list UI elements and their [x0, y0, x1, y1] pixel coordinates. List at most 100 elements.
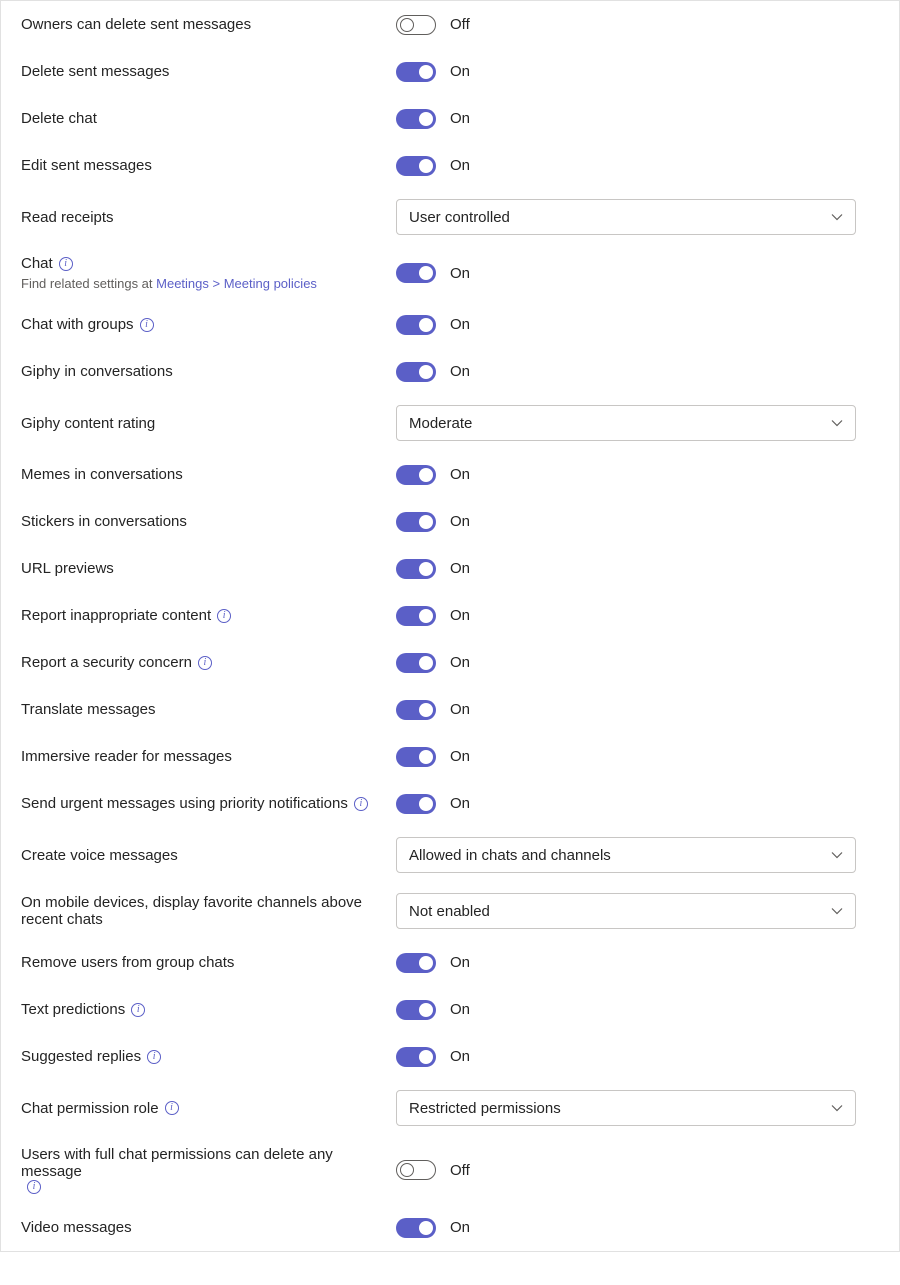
translate-toggle[interactable] — [396, 700, 436, 720]
setting-label: Report a security concern — [21, 654, 376, 671]
setting-label-text: Delete sent messages — [21, 63, 169, 80]
setting-row-video-msg: Video messages On — [1, 1204, 899, 1251]
setting-label: Remove users from group chats — [21, 954, 376, 971]
immersive-toggle[interactable] — [396, 747, 436, 767]
setting-row-giphy: Giphy in conversations On — [1, 348, 899, 395]
report-content-toggle[interactable] — [396, 606, 436, 626]
setting-row-text-pred: Text predictions On — [1, 986, 899, 1033]
label-column: Users with full chat permissions can del… — [21, 1146, 396, 1194]
chat-toggle[interactable] — [396, 263, 436, 283]
mobile-fav-select[interactable]: Not enabled — [396, 893, 856, 929]
setting-label-text: Send urgent messages using priority noti… — [21, 795, 348, 812]
setting-label-text: Delete chat — [21, 110, 97, 127]
messaging-policy-panel: Owners can delete sent messagesOff Delete… — [0, 0, 900, 1252]
toggle-state-label: On — [450, 63, 470, 80]
setting-label: Stickers in conversations — [21, 513, 376, 530]
toggle-state-label: On — [450, 654, 470, 671]
info-icon[interactable] — [217, 609, 231, 623]
giphy-rating-select[interactable]: Moderate — [396, 405, 856, 441]
read-receipts-select[interactable]: User controlled — [396, 199, 856, 235]
related-settings-hint: Find related settings at Meetings > Meet… — [21, 276, 376, 291]
select-value: Allowed in chats and channels — [409, 847, 611, 864]
info-icon[interactable] — [131, 1003, 145, 1017]
setting-label: Video messages — [21, 1219, 376, 1236]
text-pred-toggle[interactable] — [396, 1000, 436, 1020]
info-icon[interactable] — [140, 318, 154, 332]
voice-msg-select[interactable]: Allowed in chats and channels — [396, 837, 856, 873]
setting-label-text: Stickers in conversations — [21, 513, 187, 530]
memes-toggle[interactable] — [396, 465, 436, 485]
info-icon[interactable] — [59, 257, 73, 271]
label-column: On mobile devices, display favorite chan… — [21, 894, 396, 928]
label-column: Stickers in conversations — [21, 513, 396, 530]
setting-label: On mobile devices, display favorite chan… — [21, 894, 376, 928]
giphy-toggle[interactable] — [396, 362, 436, 382]
setting-row-read-receipts: Read receipts User controlled — [1, 189, 899, 245]
chat-groups-toggle[interactable] — [396, 315, 436, 335]
toggle-state-label: On — [450, 1219, 470, 1236]
toggle-state-label: On — [450, 157, 470, 174]
setting-label: Read receipts — [21, 209, 376, 226]
url-previews-toggle[interactable] — [396, 559, 436, 579]
control-column: On — [396, 315, 879, 335]
setting-row-mobile-fav: On mobile devices, display favorite chan… — [1, 883, 899, 939]
toggle-state-label: On — [450, 110, 470, 127]
setting-label-text: Suggested replies — [21, 1048, 141, 1065]
info-icon[interactable] — [27, 1180, 41, 1194]
select-value: Moderate — [409, 415, 472, 432]
label-column: Chat permission role — [21, 1100, 396, 1117]
setting-label-text: Remove users from group chats — [21, 954, 234, 971]
meeting-policies-link[interactable]: Meetings > Meeting policies — [156, 276, 317, 291]
owners-delete-toggle[interactable] — [396, 15, 436, 35]
urgent-toggle[interactable] — [396, 794, 436, 814]
control-column: Allowed in chats and channels — [396, 837, 879, 873]
setting-label-text: Translate messages — [21, 701, 156, 718]
setting-label: Text predictions — [21, 1001, 376, 1018]
info-icon[interactable] — [354, 797, 368, 811]
control-column: On — [396, 1047, 879, 1067]
setting-row-chat-groups: Chat with groups On — [1, 301, 899, 348]
info-icon[interactable] — [198, 656, 212, 670]
toggle-state-label: On — [450, 607, 470, 624]
chat-perm-select[interactable]: Restricted permissions — [396, 1090, 856, 1126]
setting-label-text: Owners can delete sent messages — [21, 16, 251, 33]
control-column: On — [396, 794, 879, 814]
control-column: On — [396, 362, 879, 382]
control-column: On — [396, 62, 879, 82]
suggested-toggle[interactable] — [396, 1047, 436, 1067]
setting-label: Edit sent messages — [21, 157, 376, 174]
info-icon[interactable] — [147, 1050, 161, 1064]
setting-label-text: Giphy in conversations — [21, 363, 173, 380]
remove-users-toggle[interactable] — [396, 953, 436, 973]
setting-label: Chat permission role — [21, 1100, 376, 1117]
setting-label: Chat with groups — [21, 316, 376, 333]
control-column: On — [396, 263, 879, 283]
setting-row-owners-delete: Owners can delete sent messagesOff — [1, 1, 899, 48]
setting-row-remove-users: Remove users from group chatsOn — [1, 939, 899, 986]
setting-row-report-security: Report a security concern On — [1, 639, 899, 686]
setting-label: URL previews — [21, 560, 376, 577]
edit-sent-toggle[interactable] — [396, 156, 436, 176]
setting-label-text: Immersive reader for messages — [21, 748, 232, 765]
setting-row-voice-msg: Create voice messagesAllowed in chats an… — [1, 827, 899, 883]
setting-label-text: Video messages — [21, 1219, 132, 1236]
setting-label: Report inappropriate content — [21, 607, 376, 624]
setting-label-text: Text predictions — [21, 1001, 125, 1018]
report-security-toggle[interactable] — [396, 653, 436, 673]
toggle-state-label: On — [450, 363, 470, 380]
label-column: Giphy in conversations — [21, 363, 396, 380]
full-perm-delete-toggle[interactable] — [396, 1160, 436, 1180]
delete-sent-toggle[interactable] — [396, 62, 436, 82]
video-msg-toggle[interactable] — [396, 1218, 436, 1238]
delete-chat-toggle[interactable] — [396, 109, 436, 129]
label-column: Delete sent messages — [21, 63, 396, 80]
setting-label: Owners can delete sent messages — [21, 16, 376, 33]
setting-label-text: URL previews — [21, 560, 114, 577]
toggle-state-label: On — [450, 1001, 470, 1018]
setting-label-text: Chat with groups — [21, 316, 134, 333]
info-icon[interactable] — [165, 1101, 179, 1115]
label-column: Delete chat — [21, 110, 396, 127]
setting-label-text: Giphy content rating — [21, 415, 155, 432]
control-column: On — [396, 1218, 879, 1238]
stickers-toggle[interactable] — [396, 512, 436, 532]
